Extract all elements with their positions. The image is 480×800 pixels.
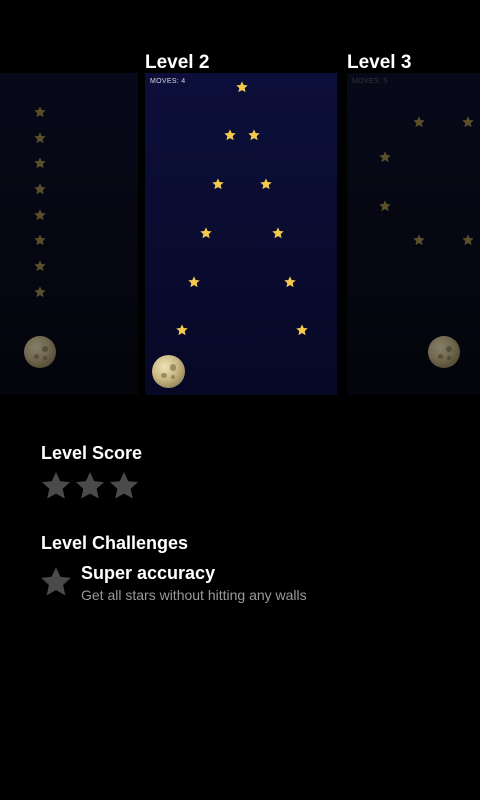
star-icon [34, 209, 46, 221]
moon-crater [171, 374, 176, 379]
moon-ball-previous[interactable] [24, 336, 56, 368]
level-score-stars [40, 470, 140, 502]
star-icon [34, 106, 46, 118]
star-icon [188, 276, 200, 288]
star-icon [284, 276, 296, 288]
moon-crater [41, 345, 48, 352]
level-title-current: Level 2 [145, 52, 210, 73]
star-icon [34, 183, 46, 195]
level-challenges-title: Level Challenges [41, 533, 189, 553]
star-icon [224, 129, 236, 141]
star-icon [379, 200, 391, 212]
star-icon [248, 129, 260, 141]
moon-crater [445, 345, 452, 352]
moon-crater [169, 364, 177, 371]
level-card-current[interactable]: MOVES: 4 [145, 73, 337, 395]
star-icon [379, 151, 391, 163]
star-icon [212, 178, 224, 190]
level-title-next: Level 3 [347, 52, 412, 73]
score-star-icon [42, 472, 70, 499]
score-star-icon [76, 472, 104, 499]
moon-crater [447, 355, 452, 360]
challenge-star-icon [41, 567, 71, 596]
moon-crater [33, 353, 39, 359]
star-icon [34, 286, 46, 298]
moves-counter-next: MOVES: 5 [352, 78, 388, 85]
score-star-icon [110, 472, 138, 499]
star-icon [236, 81, 248, 93]
star-icon [34, 157, 46, 169]
star-icon [34, 132, 46, 144]
star-icon [176, 324, 188, 336]
star-icon [272, 227, 284, 239]
star-icon [260, 178, 272, 190]
star-icon [34, 260, 46, 272]
moon-crater [437, 353, 443, 359]
moon-ball[interactable] [151, 354, 185, 388]
star-icon [413, 234, 425, 246]
star-icon [462, 116, 474, 128]
level-card-previous[interactable] [0, 73, 138, 395]
star-icon [462, 234, 474, 246]
star-icon [34, 234, 46, 246]
moves-counter: MOVES: 4 [150, 78, 186, 85]
moon-crater [161, 372, 167, 378]
moon-crater [43, 355, 48, 360]
level-score-title: Level Score [41, 443, 143, 463]
moon-ball-next[interactable] [428, 336, 460, 368]
challenge-name: Super accuracy [81, 563, 216, 583]
star-icon [296, 324, 308, 336]
star-icon [413, 116, 425, 128]
challenge-description: Get all stars without hitting any walls [81, 587, 307, 603]
star-icon [200, 227, 212, 239]
